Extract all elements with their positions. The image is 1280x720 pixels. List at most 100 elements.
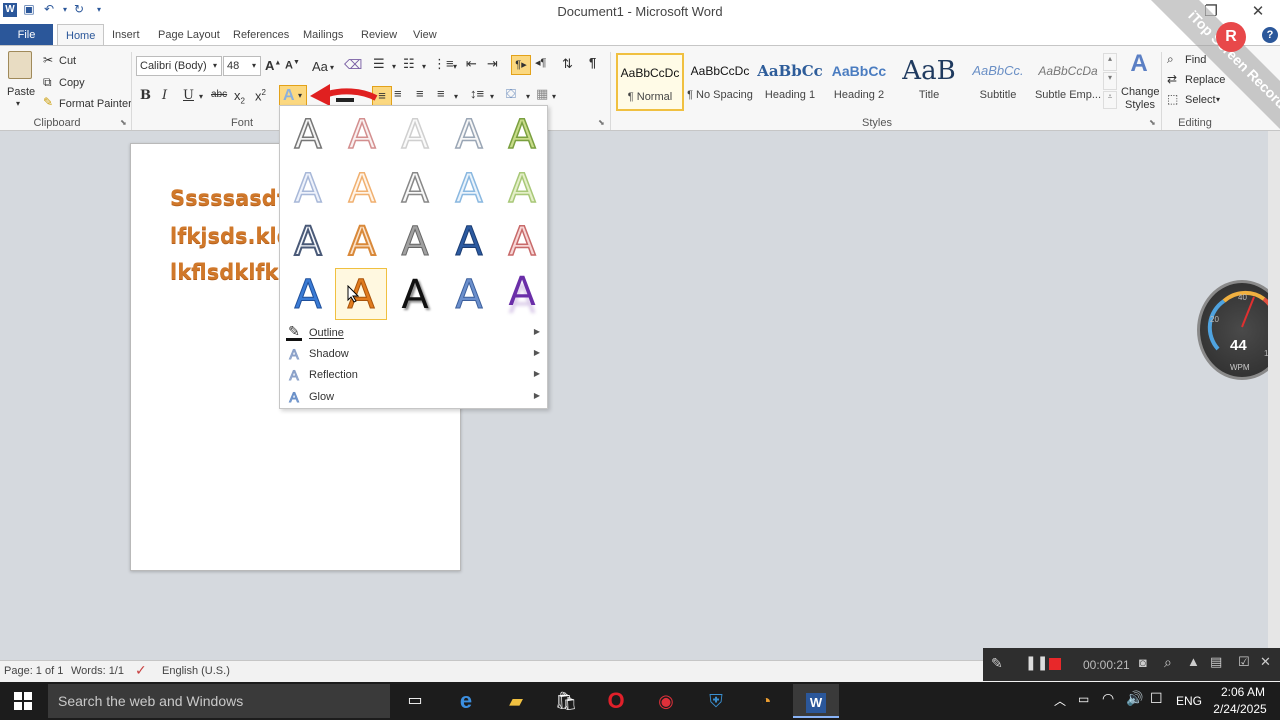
underline-dropdown-icon[interactable]: ▾ — [199, 92, 203, 101]
line-spacing-icon[interactable]: ↕≡ — [470, 86, 484, 101]
text-effect-option[interactable]: A — [497, 165, 547, 213]
copy-button[interactable]: Copy — [59, 77, 85, 89]
ltr-icon[interactable]: ¶▸ — [511, 55, 531, 75]
proofing-icon[interactable]: ✓ — [135, 662, 147, 679]
opera-icon[interactable]: O — [593, 684, 639, 718]
text-effect-option[interactable]: A — [283, 218, 333, 266]
sort-icon[interactable]: ⇅ — [562, 56, 573, 72]
superscript-icon[interactable]: x2 — [255, 88, 266, 103]
document-text-line[interactable]: Sssssasdfl — [170, 186, 292, 210]
change-case-dropdown-icon[interactable]: ▾ — [330, 63, 334, 72]
paragraph-launcher-icon[interactable]: ⬊ — [598, 118, 605, 127]
text-effect-option[interactable]: A — [283, 111, 333, 159]
text-effect-option[interactable]: A — [283, 165, 333, 213]
strikethrough-icon[interactable]: abc — [211, 89, 227, 100]
style-heading-2[interactable]: AaBbCc Heading 2 — [825, 53, 893, 111]
style-subtitle[interactable]: AaBbCc. Subtitle — [964, 53, 1032, 111]
recorder-close-icon[interactable]: ✕ — [1260, 654, 1271, 670]
word-count[interactable]: Words: 1/1 — [71, 665, 124, 677]
camera-icon[interactable]: ◙ — [1139, 655, 1147, 670]
page-count[interactable]: Page: 1 of 1 — [4, 665, 63, 677]
volume-icon[interactable]: ▲ — [1187, 654, 1200, 669]
underline-icon[interactable]: U — [183, 88, 194, 103]
text-effect-option[interactable]: A — [337, 218, 387, 266]
multilevel-dropdown-icon[interactable]: ▾ — [453, 62, 457, 71]
wpm-app-icon[interactable]: ◔ — [743, 684, 789, 718]
paste-button[interactable]: Paste — [7, 86, 35, 98]
shrink-font-icon[interactable]: A▼ — [285, 59, 300, 72]
change-styles-icon[interactable]: A — [1126, 50, 1152, 80]
text-effect-option[interactable]: A — [390, 111, 440, 159]
zoom-icon[interactable]: ⌕ — [1164, 654, 1172, 671]
document-text-line[interactable]: lkflsdklfk — [170, 260, 279, 284]
text-effect-option[interactable]: A — [497, 218, 547, 266]
bold-icon[interactable]: B — [140, 88, 151, 103]
copy-icon[interactable]: ⧉ — [43, 75, 52, 90]
style-normal[interactable]: AaBbCcDc ¶ Normal — [616, 53, 684, 111]
show-marks-icon[interactable]: ¶ — [589, 55, 596, 70]
justify-icon[interactable]: ≡ — [437, 86, 445, 101]
clock-time[interactable]: 2:06 AM — [1216, 685, 1270, 699]
style-title[interactable]: AaB Title — [895, 53, 963, 111]
format-painter-button[interactable]: Format Painter — [59, 98, 132, 110]
taskbar-search-input[interactable]: Search the web and Windows — [48, 684, 390, 718]
recorder-app-icon[interactable]: ◉ — [643, 684, 689, 718]
start-icon[interactable] — [0, 684, 46, 718]
font-name-dropdown-icon[interactable]: ▾ — [213, 61, 217, 70]
store-icon[interactable]: 🛍 — [543, 684, 589, 718]
borders-dropdown-icon[interactable]: ▾ — [552, 92, 556, 101]
text-effect-option[interactable]: A — [444, 111, 494, 159]
edit-icon[interactable]: ☑ — [1238, 654, 1250, 670]
pen-icon[interactable]: ✎ — [991, 655, 1003, 672]
show-hidden-icons-icon[interactable]: ︿ — [1054, 692, 1066, 709]
vertical-scrollbar[interactable] — [1268, 131, 1280, 660]
tab-home[interactable]: Home — [57, 24, 105, 46]
cut-button[interactable]: Cut — [59, 55, 76, 67]
subscript-icon[interactable]: x2 — [234, 88, 245, 106]
shadow-menu-item[interactable]: A Shadow ▶ — [280, 344, 547, 365]
speaker-icon[interactable]: 🔊 — [1126, 690, 1143, 707]
numbering-dropdown-icon[interactable]: ▾ — [422, 62, 426, 71]
text-effect-option[interactable]: A — [337, 111, 387, 159]
tab-insert[interactable]: Insert — [104, 24, 148, 46]
format-painter-icon[interactable]: ✎ — [43, 95, 53, 109]
input-language[interactable]: ENG — [1176, 694, 1202, 708]
text-effect-option[interactable]: A — [444, 271, 494, 319]
clipboard-launcher-icon[interactable]: ⬊ — [120, 118, 127, 127]
font-name-combo[interactable]: Calibri (Body) — [136, 56, 222, 76]
style-heading-1[interactable]: AaBbCc Heading 1 — [756, 53, 824, 111]
paste-dropdown-icon[interactable]: ▾ — [16, 99, 20, 108]
text-effect-option[interactable]: A — [390, 218, 440, 266]
text-effect-option[interactable]: A — [390, 165, 440, 213]
styles-scroll-up-icon[interactable]: ▴ — [1103, 53, 1117, 71]
tab-references[interactable]: References — [225, 24, 297, 46]
text-effect-option[interactable]: A — [283, 271, 333, 319]
justify-dropdown-icon[interactable]: ▾ — [454, 92, 458, 101]
decrease-indent-icon[interactable]: ⇤ — [466, 56, 477, 72]
change-case-button[interactable]: Aa — [312, 59, 328, 74]
battery-icon[interactable]: ▭ — [1078, 692, 1089, 706]
language-indicator[interactable]: English (U.S.) — [162, 665, 230, 677]
tab-file[interactable]: File — [0, 24, 53, 46]
borders-icon[interactable]: ▦ — [536, 86, 548, 102]
multilevel-list-icon[interactable]: ⋮≡ — [433, 56, 454, 72]
outline-menu-item[interactable]: ✎ Outline ▶ — [280, 323, 547, 344]
stop-icon[interactable] — [1049, 658, 1061, 670]
text-effect-option-selected[interactable]: A — [335, 268, 387, 320]
cut-icon[interactable]: ✂ — [43, 53, 53, 67]
tab-page-layout[interactable]: Page Layout — [150, 24, 228, 46]
shading-icon[interactable]: ⛋ — [506, 86, 516, 102]
text-effect-option[interactable]: A — [444, 218, 494, 266]
grow-font-icon[interactable]: A▲ — [265, 58, 281, 73]
glow-menu-item[interactable]: A Glow ▶ — [280, 387, 547, 408]
security-app-icon[interactable]: ⛨ — [693, 684, 739, 718]
text-effect-option[interactable]: A — [497, 268, 547, 316]
align-right-icon[interactable]: ≡ — [416, 86, 424, 101]
action-center-icon[interactable]: ☐ — [1150, 690, 1163, 707]
align-center-icon[interactable]: ≡ — [394, 86, 402, 101]
line-spacing-dropdown-icon[interactable]: ▾ — [490, 92, 494, 101]
tab-view[interactable]: View — [405, 24, 445, 46]
bullets-dropdown-icon[interactable]: ▾ — [392, 62, 396, 71]
file-explorer-icon[interactable]: ▰ — [493, 684, 539, 718]
paste-icon[interactable] — [8, 51, 32, 79]
